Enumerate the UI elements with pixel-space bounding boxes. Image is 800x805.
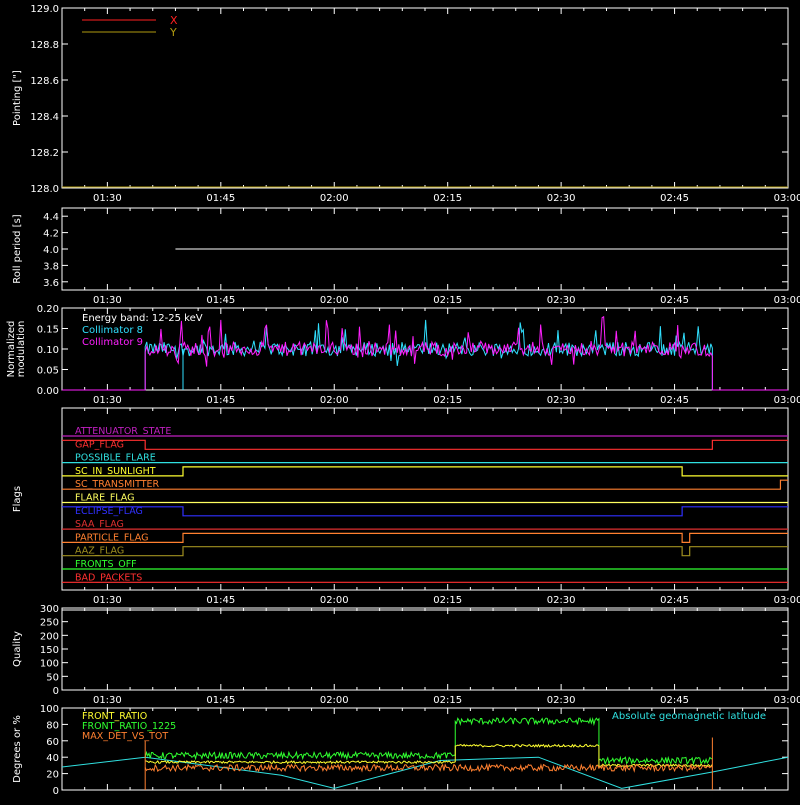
x-tick-label: 03:00: [774, 193, 800, 204]
y-tick-label: 0: [53, 686, 59, 697]
x-tick-label: 01:45: [206, 395, 235, 406]
chart-stage: 01:30 01:45 02:00 02:15 02:30 02:45 03:00 128.0…: [0, 0, 800, 800]
x-tick-label: 01:45: [206, 193, 235, 204]
y-tick-label: 128.0: [30, 184, 59, 195]
x-tick-label: 01:30: [93, 695, 122, 706]
flag-fronts-off-label: FRONTS_OFF: [75, 559, 137, 570]
flag-aaz-flag-label: AAZ_FLAG: [75, 546, 124, 557]
y-tick-label: 60: [46, 737, 59, 748]
x-tick-label: 03:00: [774, 595, 800, 606]
chart-canvas: 01:30 01:45 02:00 02:15 02:30 02:45 03:00 128.0…: [6, 4, 800, 797]
flag-gap-flag-label: GAP_FLAG: [75, 439, 124, 450]
energy-band-annotation: Energy band: 12-25 keV: [82, 313, 203, 324]
x-tick-label: 02:45: [660, 395, 689, 406]
y-axis-label: Degrees or %: [12, 715, 23, 783]
x-tick-label: 02:15: [433, 193, 462, 204]
y-tick-label: 0.20: [37, 304, 59, 315]
flag-eclipse-flag-label: ECLIPSE_FLAG: [75, 506, 143, 517]
series-front-ratio-1225: [144, 716, 713, 766]
y-tick-label: 128.4: [30, 112, 59, 123]
x-tick-label: 01:30: [93, 395, 122, 406]
x-tick-label: 02:45: [660, 595, 689, 606]
x-tick-label: 01:45: [206, 695, 235, 706]
y-tick-label: 128.6: [30, 76, 59, 87]
flag-eclipse-flag-line: [62, 506, 788, 517]
x-tick-label: 03:00: [774, 395, 800, 406]
y-tick-label: 100: [40, 659, 59, 670]
flag-sc-in-sunlight-label: SC_IN_SUNLIGHT: [75, 466, 156, 477]
y-tick-label: 0.10: [37, 345, 59, 356]
y-tick-label: 100: [40, 704, 59, 715]
legend-label-max-det-vs-tot: MAX_DET_VS_TOT: [82, 731, 168, 742]
y-axis-label: Flags: [12, 486, 23, 512]
y-tick-label: 0.15: [37, 325, 59, 336]
flag-particle-flag-line: [62, 532, 788, 544]
x-tick-label: 02:00: [320, 695, 349, 706]
y-axis-label: Roll period [s]: [12, 214, 23, 283]
x-tick-label: 01:45: [206, 595, 235, 606]
y-tick-label: 4.4: [43, 212, 59, 223]
x-tick-label: 02:30: [547, 395, 576, 406]
y-tick-label: 20: [46, 770, 59, 781]
x-tick-label: 02:30: [547, 695, 576, 706]
flag-particle-flag-label: PARTICLE_FLAG: [75, 532, 148, 543]
legend-label-collimator-8: Collimator 8: [82, 325, 143, 336]
y-tick-label: 0.05: [37, 366, 59, 377]
x-tick-label: 03:00: [774, 295, 800, 306]
x-tick-label: 02:15: [433, 395, 462, 406]
panel-frame-4: [61, 607, 789, 691]
x-tick-label: 01:45: [206, 295, 235, 306]
y-tick-label: 4.0: [43, 245, 59, 256]
y-tick-label: 0.00: [37, 386, 59, 397]
x-tick-label: 01:30: [93, 193, 122, 204]
y-axis-label: modulation: [16, 321, 27, 378]
x-tick-label: 02:15: [433, 595, 462, 606]
legend-label-collimator-9: Collimator 9: [82, 337, 143, 348]
y-tick-label: 200: [40, 631, 59, 642]
y-tick-label: 3.6: [43, 278, 59, 289]
y-tick-label: 4.2: [43, 229, 59, 240]
y-axis-label: Quality: [12, 631, 23, 667]
legend-label-y: Y: [169, 26, 177, 39]
x-tick-label: 02:30: [547, 193, 576, 204]
x-tick-label: 02:00: [320, 193, 349, 204]
y-tick-label: 150: [40, 645, 59, 656]
latitude-label: Absolute geomagnetic latitude: [612, 711, 766, 722]
x-tick-label: 03:00: [774, 695, 800, 706]
x-tick-label: 02:30: [547, 595, 576, 606]
x-tick-label: 02:00: [320, 395, 349, 406]
x-tick-label: 02:00: [320, 595, 349, 606]
flag-gap-flag-line: [62, 439, 788, 450]
flag-sc-transmitter-label: SC_TRANSMITTER: [75, 479, 160, 490]
flag-sc-in-sunlight-line: [62, 466, 788, 477]
y-tick-label: 50: [46, 672, 59, 683]
y-tick-label: 250: [40, 618, 59, 629]
y-tick-label: 129.0: [30, 4, 59, 15]
flag-attenuator-state-label: ATTENUATOR_STATE: [75, 426, 171, 437]
x-tick-label: 02:15: [433, 695, 462, 706]
x-tick-label: 01:30: [93, 295, 122, 306]
x-tick-label: 02:15: [433, 295, 462, 306]
x-tick-label: 02:00: [320, 295, 349, 306]
x-tick-label: 01:30: [93, 595, 122, 606]
y-tick-label: 128.2: [30, 148, 59, 159]
y-tick-label: 3.8: [43, 261, 59, 272]
x-tick-label: 02:45: [660, 295, 689, 306]
flag-saa-flag-label: SAA_FLAG: [75, 519, 124, 530]
x-tick-label: 02:45: [660, 695, 689, 706]
y-tick-label: 40: [46, 753, 59, 764]
flag-flare-flag-label: FLARE_FLAG: [75, 493, 135, 504]
x-tick-label: 02:30: [547, 295, 576, 306]
flag-possible-flare-label: POSSIBLE_FLARE: [75, 453, 156, 464]
flag-sc-transmitter-line: [62, 479, 788, 490]
flag-aaz-flag-line: [62, 546, 788, 557]
y-tick-label: 300: [40, 604, 59, 615]
y-tick-label: 128.8: [30, 40, 59, 51]
series-max-det-vs-tot: [144, 762, 713, 773]
y-tick-label: 80: [46, 720, 59, 731]
y-axis-label: Pointing ["]: [12, 70, 23, 126]
y-tick-label: 0: [53, 786, 59, 797]
x-tick-label: 02:45: [660, 193, 689, 204]
flag-bad-packets-label: BAD_PACKETS: [75, 572, 142, 583]
